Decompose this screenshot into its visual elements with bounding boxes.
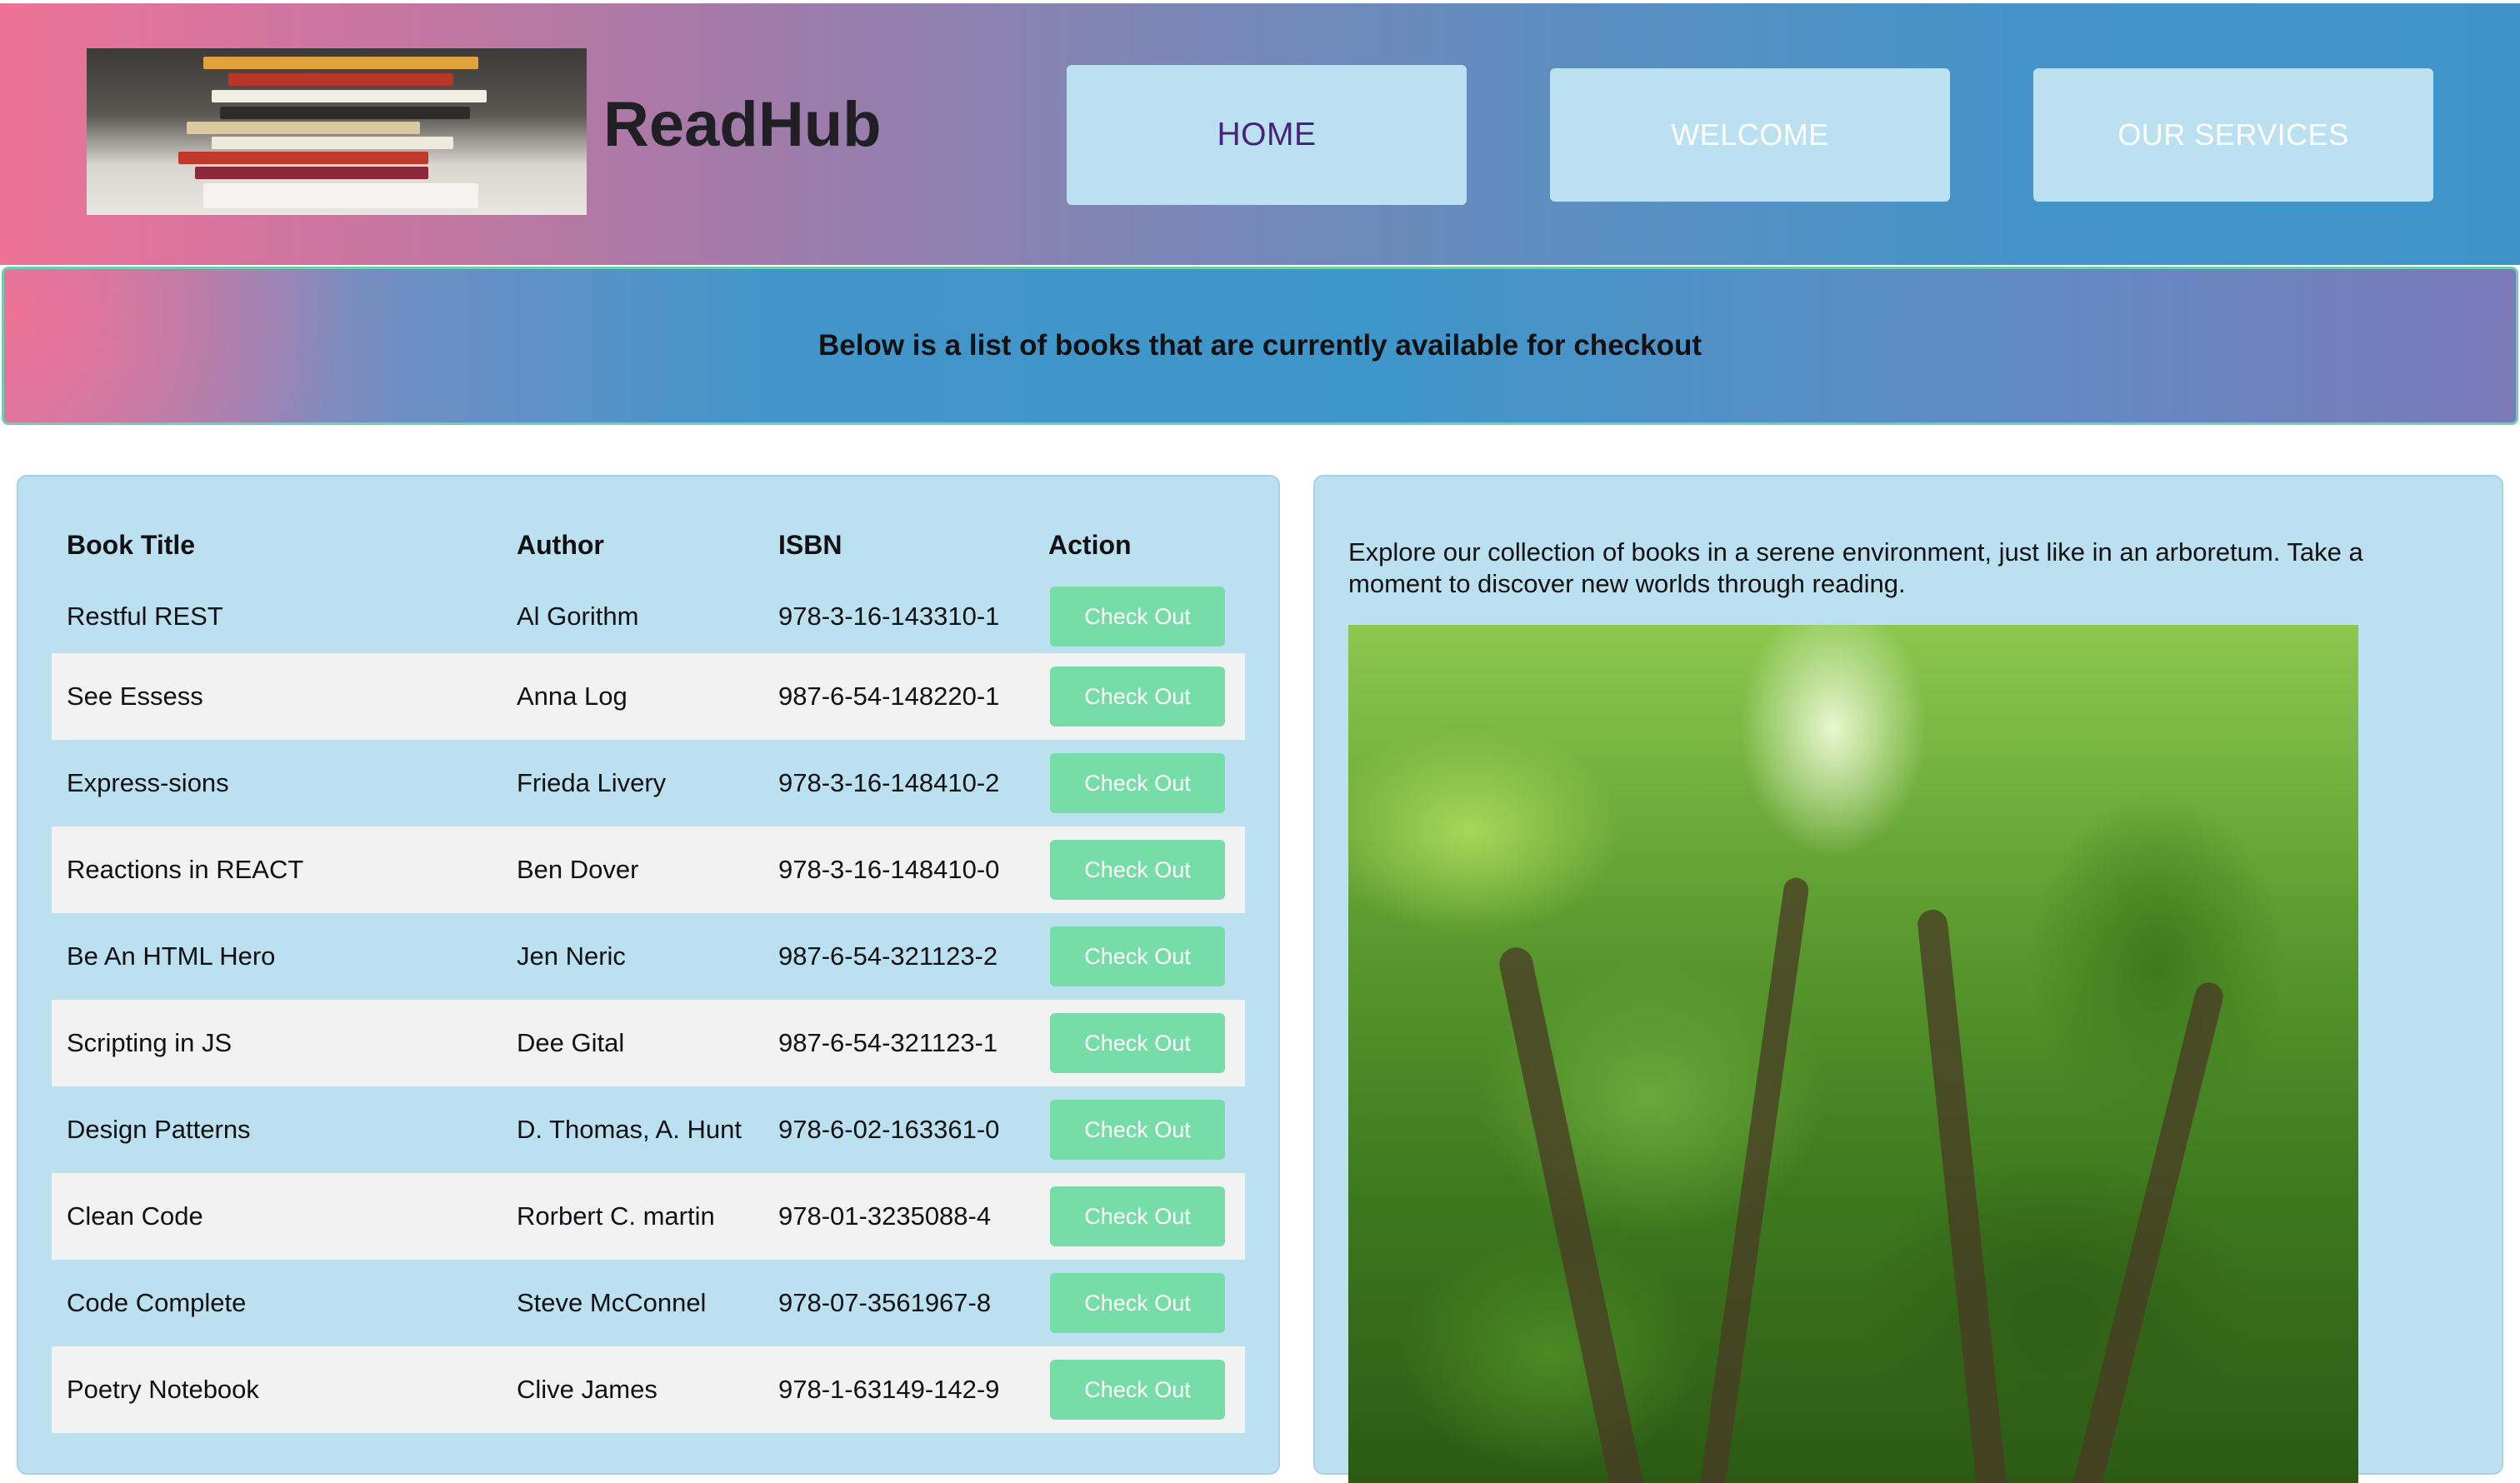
book-isbn: 987-6-54-148220-1 [778,682,1000,711]
table-header-row: Book Title Author ISBN Action [52,510,1245,580]
check-out-button[interactable]: Check Out [1050,1100,1225,1160]
site-header: ReadHub HOME WELCOME OUR SERVICES [0,3,2520,265]
check-out-button[interactable]: Check Out [1050,587,1225,647]
header-book-title: Book Title [67,529,196,560]
table-row: Reactions in REACT Ben Dover 978-3-16-14… [52,826,1245,913]
book-isbn: 978-6-02-163361-0 [778,1115,1000,1144]
book-author: Dee Gital [517,1028,625,1057]
arboretum-description: Explore our collection of books in a ser… [1348,537,2363,598]
check-out-button[interactable]: Check Out [1050,926,1225,986]
book-author: Steve McConnel [517,1288,707,1317]
book-title: See Essess [67,682,203,711]
book-isbn: 978-3-16-143310-1 [778,602,1000,631]
book-author: Frieda Livery [517,768,667,797]
book-author: Clive James [517,1375,658,1404]
table-row: Design Patterns D. Thomas, A. Hunt 978-6… [52,1086,1245,1173]
book-title: Be An HTML Hero [67,941,276,971]
check-out-button[interactable]: Check Out [1050,1013,1225,1073]
book-author: Al Gorithm [517,602,639,631]
table-row: Be An HTML Hero Jen Neric 987-6-54-32112… [52,913,1245,1000]
nav-home-button[interactable]: HOME [1067,65,1467,205]
books-table-panel: Book Title Author ISBN Action Restful RE… [17,475,1280,1475]
book-isbn: 987-6-54-321123-1 [778,1028,998,1057]
book-isbn: 978-3-16-148410-0 [778,855,1000,884]
book-author: Jen Neric [517,941,626,971]
book-isbn: 987-6-54-321123-2 [778,941,998,971]
table-row: Restful REST Al Gorithm 978-3-16-143310-… [52,580,1245,653]
table-row: Code Complete Steve McConnel 978-07-3561… [52,1260,1245,1346]
book-author: Ben Dover [517,855,639,884]
book-title: Restful REST [67,602,223,631]
book-author: Anna Log [517,682,628,711]
book-author: Rorbert C. martin [517,1201,715,1231]
table-row: Clean Code Rorbert C. martin 978-01-3235… [52,1173,1245,1260]
table-row: Poetry Notebook Clive James 978-1-63149-… [52,1346,1245,1433]
book-title: Poetry Notebook [67,1375,259,1404]
book-isbn: 978-3-16-148410-2 [778,768,1000,797]
book-title: Code Complete [67,1288,247,1317]
book-title: Clean Code [67,1201,203,1231]
book-isbn: 978-07-3561967-8 [778,1288,992,1317]
check-out-button[interactable]: Check Out [1050,753,1225,813]
table-row: Express-sions Frieda Livery 978-3-16-148… [52,740,1245,826]
table-row: See Essess Anna Log 987-6-54-148220-1 Ch… [52,653,1245,740]
check-out-button[interactable]: Check Out [1050,1360,1225,1420]
book-isbn: 978-1-63149-142-9 [778,1375,1000,1404]
nav-our-services-button[interactable]: OUR SERVICES [2033,68,2433,202]
header-author: Author [517,529,604,560]
header-action: Action [1048,529,1132,560]
book-title: Express-sions [67,768,229,797]
checkout-banner: Below is a list of books that are curren… [2,267,2518,425]
check-out-button[interactable]: Check Out [1050,667,1225,727]
arboretum-panel: Explore our collection of books in a ser… [1313,475,2503,1483]
book-isbn: 978-01-3235088-4 [778,1201,992,1231]
book-title: Design Patterns [67,1115,251,1144]
check-out-button[interactable]: Check Out [1050,1273,1225,1333]
forest-image [1348,625,2358,1483]
table-row: Scripting in JS Dee Gital 987-6-54-32112… [52,1000,1245,1086]
nav-welcome-button[interactable]: WELCOME [1550,68,1950,202]
book-title: Reactions in REACT [67,855,304,884]
books-logo-image [87,48,587,215]
header-isbn: ISBN [778,529,842,560]
books-table: Book Title Author ISBN Action Restful RE… [52,510,1245,1433]
book-title: Scripting in JS [67,1028,232,1057]
check-out-button[interactable]: Check Out [1050,1186,1225,1246]
book-author: D. Thomas, A. Hunt [517,1115,742,1144]
banner-text: Below is a list of books that are curren… [818,329,1702,362]
brand-title: ReadHub [603,89,882,160]
check-out-button[interactable]: Check Out [1050,840,1225,900]
